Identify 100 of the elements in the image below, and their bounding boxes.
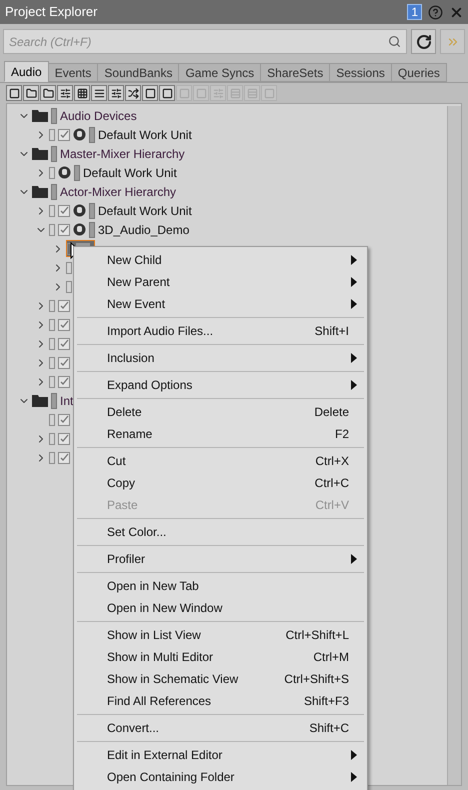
checkbox[interactable] bbox=[58, 204, 70, 216]
checkbox[interactable] bbox=[58, 376, 70, 388]
shield-icon bbox=[73, 204, 86, 217]
checkbox[interactable] bbox=[58, 338, 70, 350]
grip-icon bbox=[49, 204, 55, 216]
folder-icon bbox=[32, 110, 48, 122]
tab[interactable]: Events bbox=[48, 63, 98, 82]
tab[interactable]: Game Syncs bbox=[178, 63, 262, 82]
grip-icon bbox=[49, 318, 55, 330]
square-icon bbox=[8, 88, 20, 98]
tab[interactable]: Queries bbox=[390, 63, 447, 82]
grip-icon bbox=[49, 166, 55, 178]
grip-icon bbox=[66, 280, 72, 292]
checkbox[interactable] bbox=[58, 128, 70, 140]
tab[interactable]: SoundBanks bbox=[97, 63, 180, 82]
menu-item[interactable]: Open in New Window bbox=[77, 597, 364, 619]
toolbar-button[interactable] bbox=[125, 85, 141, 101]
checkbox[interactable] bbox=[58, 452, 70, 464]
color-tag-icon bbox=[89, 222, 95, 238]
toolbar-button[interactable] bbox=[40, 85, 56, 101]
tree-item-label[interactable]: 3D_Audio_Demo bbox=[98, 220, 190, 238]
tab[interactable]: Audio bbox=[4, 61, 49, 82]
tab[interactable]: Sessions bbox=[329, 63, 392, 82]
shortcut-label: Ctrl+C bbox=[314, 475, 349, 492]
color-tag-icon bbox=[51, 108, 57, 124]
search-field[interactable]: Search (Ctrl+F) bbox=[3, 29, 407, 54]
refresh-button[interactable] bbox=[411, 29, 436, 54]
menu-item[interactable]: New Parent bbox=[77, 271, 364, 293]
toolbar-button[interactable] bbox=[91, 85, 107, 101]
color-tag-icon bbox=[51, 392, 57, 408]
color-tag-icon bbox=[89, 202, 95, 218]
instance-badge[interactable]: 1 bbox=[407, 4, 422, 20]
tree-item-label[interactable]: Default Work Unit bbox=[98, 126, 192, 144]
checkbox[interactable] bbox=[58, 318, 70, 330]
checkbox[interactable] bbox=[58, 300, 70, 312]
grip-icon bbox=[49, 300, 55, 312]
menu-item[interactable]: Set Color... bbox=[77, 521, 364, 543]
grip-icon bbox=[49, 414, 55, 426]
checkbox[interactable] bbox=[58, 432, 70, 444]
menu-item[interactable]: Show in List View Ctrl+Shift+L bbox=[77, 624, 364, 646]
grid-icon bbox=[76, 88, 88, 98]
folder-icon bbox=[42, 88, 54, 98]
menu-item[interactable]: Edit in External Editor bbox=[77, 744, 364, 766]
menu-item[interactable]: Delete Delete bbox=[77, 401, 364, 423]
grip-icon bbox=[49, 224, 55, 236]
menu-item[interactable]: Rename F2 bbox=[77, 423, 364, 445]
menu-item[interactable]: Convert... Shift+C bbox=[77, 717, 364, 739]
menu-item[interactable]: Expand Options bbox=[77, 374, 364, 396]
tab[interactable]: ShareSets bbox=[260, 63, 330, 82]
square-icon bbox=[178, 88, 190, 98]
toolbar-button[interactable] bbox=[159, 85, 175, 101]
grip-icon bbox=[49, 452, 55, 464]
color-tag-icon bbox=[89, 126, 95, 142]
checkbox[interactable] bbox=[58, 224, 70, 236]
menu-item[interactable]: Show in Schematic View Ctrl+Shift+S bbox=[77, 668, 364, 690]
tree-item-label[interactable]: Int bbox=[60, 392, 74, 410]
shield-icon bbox=[73, 223, 86, 236]
menu-item[interactable]: Find All References Shift+F3 bbox=[77, 690, 364, 712]
square-icon bbox=[196, 88, 206, 98]
menu-item[interactable]: Inclusion bbox=[77, 347, 364, 369]
toolbar-button[interactable] bbox=[142, 85, 158, 101]
menu-item[interactable]: Open Containing Folder bbox=[77, 766, 364, 788]
help-icon[interactable] bbox=[428, 4, 443, 20]
grip-icon bbox=[49, 356, 55, 368]
tree-item-label[interactable]: Audio Devices bbox=[60, 106, 137, 124]
checkbox[interactable] bbox=[58, 356, 70, 368]
tree-item-label[interactable]: Actor-Mixer Hierarchy bbox=[60, 182, 176, 200]
color-tag-icon bbox=[51, 146, 57, 162]
tree-item-label[interactable]: Default Work Unit bbox=[98, 202, 192, 220]
toolbar-button[interactable] bbox=[6, 85, 22, 101]
rows-icon bbox=[246, 88, 258, 98]
grip-icon bbox=[49, 376, 55, 388]
menu-item[interactable]: Profiler bbox=[77, 548, 364, 570]
tree-item-label[interactable]: Master-Mixer Hierarchy bbox=[60, 144, 185, 162]
rows-icon bbox=[230, 88, 240, 98]
shuffle-icon bbox=[128, 88, 138, 98]
shortcut-label: Delete bbox=[314, 404, 349, 421]
menu-item[interactable]: Cut Ctrl+X bbox=[77, 450, 364, 472]
square-icon bbox=[144, 88, 156, 98]
shortcut-label: F2 bbox=[334, 426, 349, 443]
toolbar-button[interactable] bbox=[108, 85, 124, 101]
menu-item[interactable]: Open in New Tab bbox=[77, 575, 364, 597]
shield-icon bbox=[73, 128, 86, 141]
checkbox[interactable] bbox=[58, 414, 70, 426]
tree-item-label[interactable]: Default Work Unit bbox=[83, 164, 177, 182]
toolbar-button[interactable] bbox=[57, 85, 73, 101]
menu-item[interactable]: Show in Multi Editor Ctrl+M bbox=[77, 646, 364, 668]
menu-item[interactable]: New Child bbox=[77, 249, 364, 271]
menu-item[interactable]: New Event bbox=[77, 293, 364, 315]
shortcut-label: Ctrl+V bbox=[315, 497, 349, 514]
scroll-bar[interactable] bbox=[447, 106, 461, 785]
toolbar-button[interactable] bbox=[74, 85, 90, 101]
menu-item[interactable]: Import Audio Files... Shift+I bbox=[77, 320, 364, 342]
toolbar-button[interactable] bbox=[23, 85, 39, 101]
lines-icon bbox=[94, 88, 104, 98]
grip-icon bbox=[49, 128, 55, 140]
folder-icon bbox=[32, 148, 48, 160]
shortcut-label: Shift+I bbox=[314, 323, 349, 340]
menu-item[interactable]: Copy Ctrl+C bbox=[77, 472, 364, 494]
folder-icon bbox=[32, 186, 48, 198]
